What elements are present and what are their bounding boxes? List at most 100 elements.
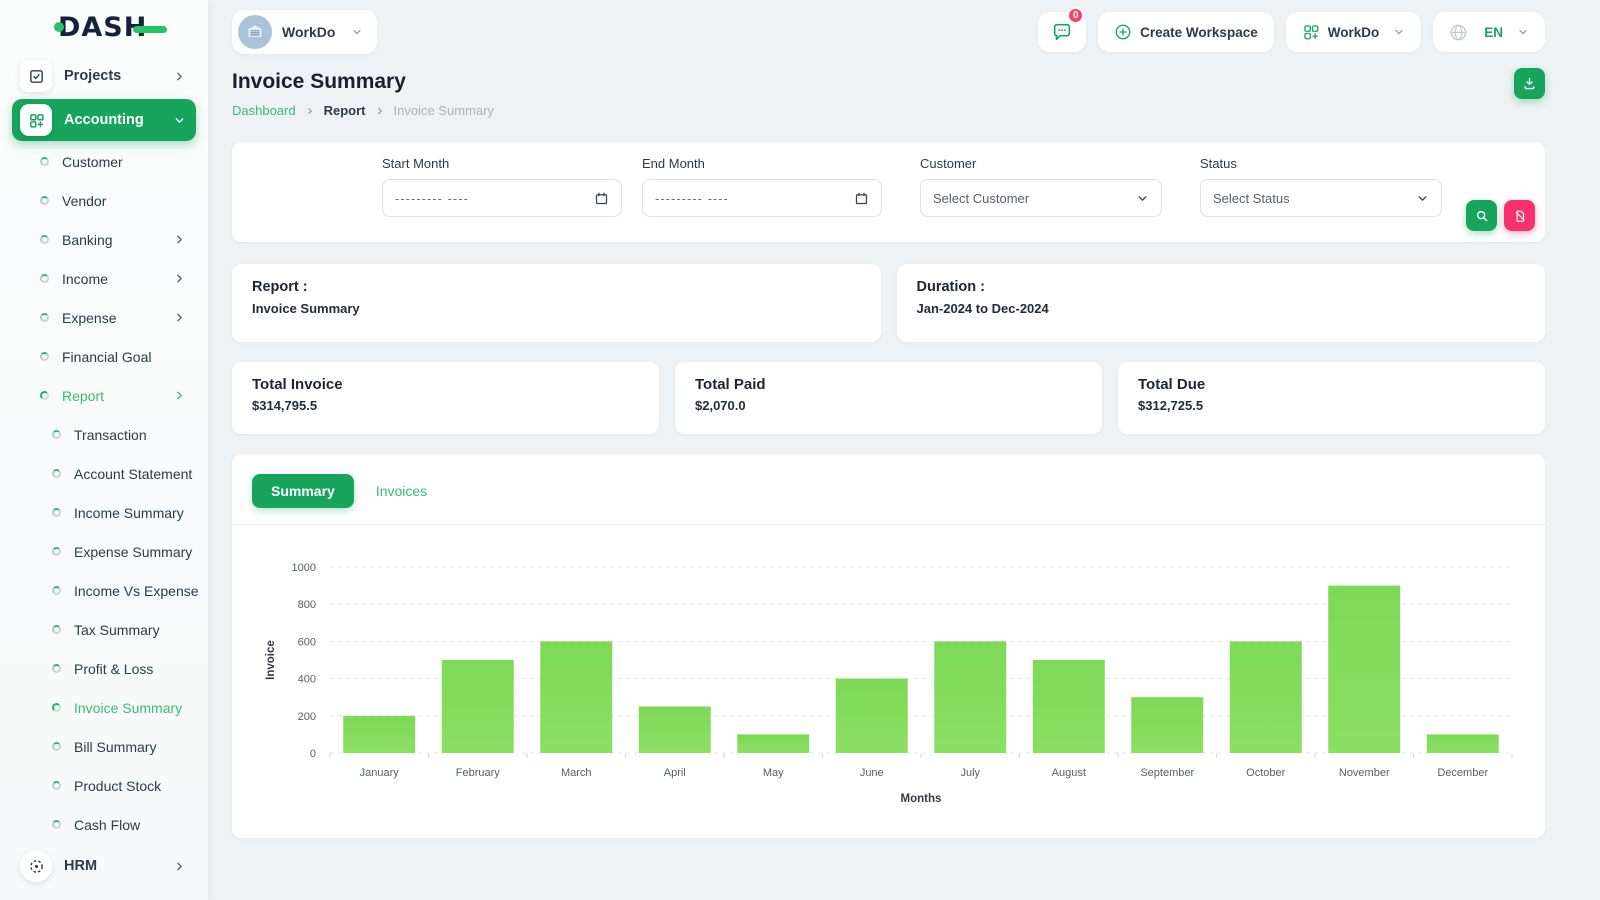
sidebar-item-income-vs-expense[interactable]: Income Vs Expense	[0, 571, 208, 610]
bar-september[interactable]	[1131, 697, 1204, 753]
sidebar-item-projects[interactable]: Projects	[12, 55, 196, 97]
language-selector[interactable]: EN	[1433, 12, 1545, 52]
x-tick-label: October	[1246, 767, 1285, 779]
chevron-right-icon	[173, 860, 186, 873]
calendar-icon	[595, 192, 608, 204]
sidebar-item-label: Banking	[62, 231, 113, 248]
filter-card: Start Month --------- ---- End Month ---…	[232, 142, 1545, 242]
total-due-value: $312,725.5	[1138, 398, 1204, 413]
tab-invoices[interactable]: Invoices	[376, 483, 427, 499]
sidebar-item-account-statement[interactable]: Account Statement	[0, 454, 208, 493]
bar-july[interactable]	[934, 641, 1007, 753]
bullet-icon	[40, 196, 49, 205]
y-tick-label: 0	[310, 748, 316, 760]
sidebar-item-financial-goal[interactable]: Financial Goal	[0, 337, 208, 376]
sidebar-item-customer[interactable]: Customer	[0, 142, 208, 181]
bar-june[interactable]	[835, 678, 908, 753]
download-button[interactable]	[1514, 68, 1545, 99]
sidebar-item-label: Accounting	[64, 112, 144, 128]
tab-summary[interactable]: Summary	[252, 474, 354, 508]
sidebar-item-label: Income Summary	[74, 504, 184, 521]
sidebar-item-label: Financial Goal	[62, 348, 152, 365]
chevron-right-icon	[173, 70, 186, 83]
bullet-icon	[52, 703, 61, 712]
sidebar-item-profit-loss[interactable]: Profit & Loss	[0, 649, 208, 688]
duration-value: Jan-2024 to Dec-2024	[916, 301, 1049, 316]
chevron-right-icon	[173, 233, 186, 246]
sidebar-item-report[interactable]: Report	[0, 376, 208, 415]
sidebar-item-expense-summary[interactable]: Expense Summary	[0, 532, 208, 571]
customer-label: Customer	[920, 156, 977, 171]
sidebar-item-label: Bill Summary	[74, 738, 157, 755]
sidebar-item-label: Account Statement	[74, 465, 193, 482]
start-month-label: Start Month	[382, 156, 450, 171]
customer-select[interactable]: Select Customer	[920, 179, 1162, 217]
title-section: Invoice Summary Dashboard Report Invoice…	[232, 68, 1545, 118]
workspace-avatar	[238, 15, 272, 49]
breadcrumb-current: Invoice Summary	[393, 103, 494, 118]
y-tick-label: 200	[298, 711, 316, 723]
customer-field: Customer Select Customer	[920, 156, 1162, 217]
x-tick-label: August	[1052, 767, 1086, 779]
total-paid-label: Total Paid	[695, 376, 766, 393]
bar-august[interactable]	[1032, 660, 1105, 753]
apply-filter-button[interactable]	[1466, 200, 1497, 231]
search-icon	[1476, 210, 1487, 221]
breadcrumb-dashboard[interactable]: Dashboard	[232, 103, 296, 118]
breadcrumb-report[interactable]: Report	[324, 103, 366, 118]
y-axis-title: Invoice	[265, 640, 277, 680]
messages-button[interactable]: 0	[1038, 7, 1087, 52]
end-month-input[interactable]: --------- ----	[642, 179, 882, 217]
sidebar-item-accounting[interactable]: Accounting	[12, 99, 196, 141]
total-invoice-card: Total Invoice $314,795.5	[232, 362, 659, 434]
bullet-icon	[52, 547, 61, 556]
file-off-icon	[1515, 210, 1525, 222]
x-tick-label: November	[1339, 767, 1390, 779]
sidebar-item-cash-flow[interactable]: Cash Flow	[0, 805, 208, 844]
sidebar-item-hrm[interactable]: HRM	[12, 845, 196, 887]
sidebar-item-product-stock[interactable]: Product Stock	[0, 766, 208, 805]
sidebar-item-expense[interactable]: Expense	[0, 298, 208, 337]
bullet-icon	[40, 235, 49, 244]
bar-february[interactable]	[441, 660, 514, 753]
bar-december[interactable]	[1426, 734, 1499, 753]
chevron-down-icon	[351, 26, 363, 38]
sidebar-item-tax-summary[interactable]: Tax Summary	[0, 610, 208, 649]
create-workspace-button[interactable]: Create Workspace	[1098, 12, 1274, 52]
bar-april[interactable]	[638, 706, 711, 754]
bullet-icon	[52, 625, 61, 634]
bar-march[interactable]	[540, 641, 613, 753]
workdo-menu-button[interactable]: WorkDo	[1285, 12, 1422, 52]
bar-chart: 0 200 400 600 800 1000 January February March Apr…	[265, 562, 1513, 805]
bar-may[interactable]	[737, 734, 810, 753]
duration-card: Duration : Jan-2024 to Dec-2024	[896, 264, 1545, 342]
totals-row: Total Invoice $314,795.5 Total Paid $2,0…	[232, 362, 1545, 434]
status-field: Status Select Status	[1200, 156, 1442, 217]
status-select[interactable]: Select Status	[1200, 179, 1442, 217]
sidebar-item-vendor[interactable]: Vendor	[0, 181, 208, 220]
language-code: EN	[1484, 24, 1503, 40]
bullet-icon	[40, 352, 49, 361]
sidebar-item-income-summary[interactable]: Income Summary	[0, 493, 208, 532]
workdo-menu-label: WorkDo	[1327, 24, 1380, 40]
bar-november[interactable]	[1328, 585, 1401, 753]
total-invoice-label: Total Invoice	[252, 376, 343, 393]
bar-january[interactable]	[343, 715, 416, 753]
sidebar-item-bill-summary[interactable]: Bill Summary	[0, 727, 208, 766]
sidebar-item-transaction[interactable]: Transaction	[0, 415, 208, 454]
chevron-right-icon	[173, 389, 186, 402]
chat-icon	[1053, 23, 1071, 41]
start-month-input[interactable]: --------- ----	[382, 179, 622, 217]
sidebar-item-income[interactable]: Income	[0, 259, 208, 298]
calendar-icon	[855, 192, 868, 204]
y-tick-label: 400	[298, 674, 316, 686]
workspace-switcher[interactable]: WorkDo	[232, 10, 378, 54]
sidebar-item-invoice-summary[interactable]: Invoice Summary	[0, 688, 208, 727]
reset-filter-button[interactable]	[1504, 200, 1535, 231]
bullet-icon	[52, 430, 61, 439]
app-logo[interactable]: DASH	[0, 0, 208, 54]
bar-october[interactable]	[1229, 641, 1302, 753]
chart-card: Summary Invoices 0 200 400 600 800 1000 Januar…	[232, 454, 1545, 838]
x-tick-label: March	[561, 767, 592, 779]
sidebar-item-banking[interactable]: Banking	[0, 220, 208, 259]
